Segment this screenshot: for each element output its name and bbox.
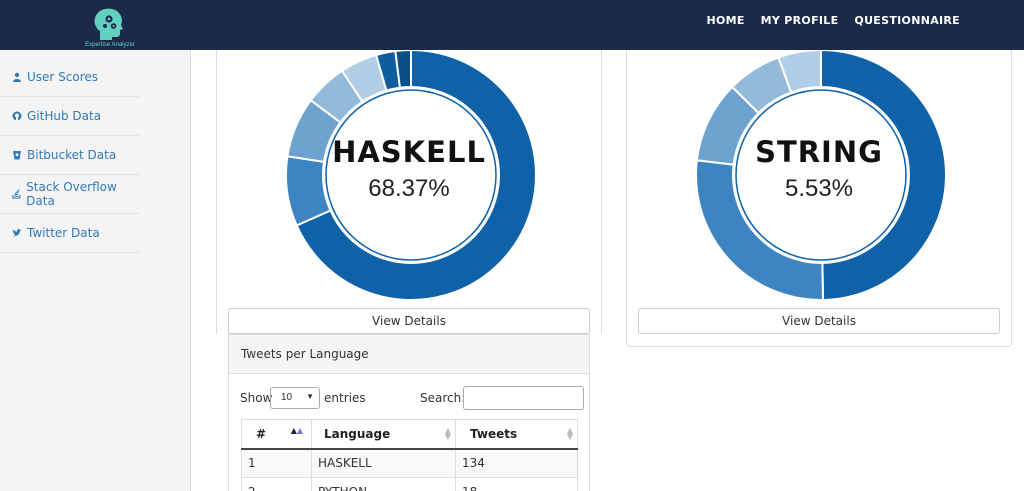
sort-both-icon: ▲ ▼ <box>444 426 451 441</box>
sidebar-item-github-data[interactable]: GitHub Data <box>0 97 139 136</box>
column-header-tweets[interactable]: Tweets ▲ ▼ <box>455 419 578 450</box>
nav-my-profile[interactable]: MY PROFILE <box>761 14 839 27</box>
view-details-button[interactable]: View Details <box>228 308 590 334</box>
sidebar-item-label: Stack Overflow Data <box>26 180 117 208</box>
panel-heading: Tweets per Language <box>229 335 589 374</box>
sidebar-item-label: Twitter Data <box>27 226 100 240</box>
table-cell: 18 <box>455 477 578 491</box>
chevron-down-icon: ▼ <box>306 392 314 401</box>
logo-text: Expertise Analyzer <box>85 42 135 48</box>
table-cell: 1 <box>241 448 312 478</box>
table-row: 1 HASKELL 134 <box>241 448 578 478</box>
show-label: Show <box>240 391 273 405</box>
view-details-button[interactable]: View Details <box>638 308 1000 334</box>
nav-questionnaire[interactable]: QUESTIONNAIRE <box>854 14 960 27</box>
column-header-rank[interactable]: # ▲▲ <box>241 419 312 450</box>
sidebar-item-label: Bitbucket Data <box>27 148 117 162</box>
sidebar-item-label: GitHub Data <box>27 109 102 123</box>
entries-select[interactable]: 10 ▼ <box>270 387 320 409</box>
chart-percent: 5.53% <box>784 175 854 202</box>
sort-asc-icon: ▲▲ <box>290 426 303 435</box>
table-cell: PYTHON <box>311 477 456 491</box>
head-gears-icon <box>94 8 123 40</box>
sidebar-item-bitbucket-data[interactable]: Bitbucket Data <box>0 136 139 175</box>
chart-percent: 68.37% <box>368 175 450 202</box>
search-input[interactable] <box>463 386 584 410</box>
nav-home[interactable]: HOME <box>706 14 744 27</box>
search-label: Search: <box>420 391 466 405</box>
github-icon <box>12 111 22 121</box>
column-header-label: Language <box>324 426 391 441</box>
entries-value: 10 <box>281 392 293 403</box>
entries-label: entries <box>324 391 366 405</box>
twitter-icon <box>12 229 22 237</box>
sort-both-icon: ▲ ▼ <box>566 426 573 441</box>
chart-title: STRING <box>755 135 883 169</box>
sidebar-item-user-scores[interactable]: User Scores <box>0 58 139 97</box>
top-navbar: Expertise Analyzer HOME MY PROFILE QUEST… <box>0 0 1024 50</box>
sidebar-item-label: User Scores <box>27 70 99 84</box>
bitbucket-icon <box>13 151 21 160</box>
stackoverflow-icon <box>12 189 21 199</box>
sidebar-item-twitter-data[interactable]: Twitter Data <box>0 214 139 253</box>
tweets-table-panel: Tweets per Language Show 10 ▼ entries Se… <box>228 334 590 491</box>
user-icon <box>13 72 21 82</box>
table-cell: 134 <box>455 448 578 478</box>
app-logo[interactable]: Expertise Analyzer <box>78 6 142 50</box>
column-header-label: # <box>256 426 267 441</box>
sidebar-item-stack-overflow-data[interactable]: Stack Overflow Data <box>0 175 139 214</box>
table-row: 2 PYTHON 18 <box>241 477 578 491</box>
sidebar: User Scores GitHub Data Bitbucket Data S… <box>0 50 191 491</box>
tweets-table: # ▲▲ Language ▲ ▼ Tweets ▲ ▼ 1 HASKELL 134 <box>241 419 578 491</box>
column-header-label: Tweets <box>470 426 518 441</box>
table-cell: 2 <box>241 477 312 491</box>
column-header-language[interactable]: Language ▲ ▼ <box>311 419 456 450</box>
chart-title: HASKELL <box>332 135 486 169</box>
table-cell: HASKELL <box>311 448 456 478</box>
